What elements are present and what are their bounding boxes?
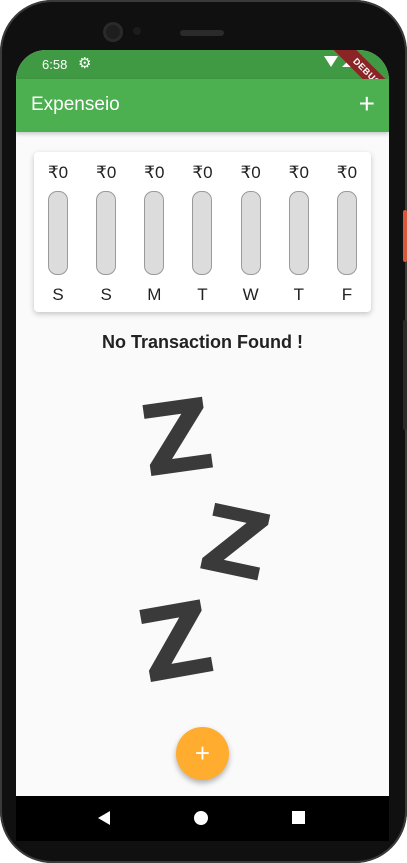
volume-button — [403, 320, 407, 430]
proximity-sensor — [133, 27, 141, 35]
wifi-icon — [324, 56, 338, 67]
bar-column: ₹0 W — [233, 162, 269, 305]
bar-track — [288, 191, 309, 275]
bar-track — [144, 191, 165, 275]
sleep-z-middle: Z — [191, 484, 280, 603]
bar-track — [96, 191, 117, 275]
bar-column: ₹0 F — [329, 162, 365, 305]
back-icon[interactable] — [98, 811, 110, 825]
bar-track — [240, 191, 261, 275]
bar-amount: ₹0 — [144, 163, 165, 182]
weekly-bars: ₹0 S ₹0 S ₹0 M ₹0 T ₹0 W ₹0 T ₹0 F — [40, 162, 365, 305]
system-nav-bar — [16, 796, 389, 841]
bar-day-label: M — [147, 285, 162, 304]
status-time: 6:58 — [42, 57, 68, 72]
bar-track — [192, 191, 213, 275]
add-transaction-fab[interactable]: + — [176, 727, 229, 780]
sleep-z-bottom: Z — [130, 578, 223, 707]
bar-day-label: W — [242, 285, 259, 304]
bar-amount: ₹0 — [47, 163, 69, 182]
status-bar: 6:58 ⚙ DEBUG — [16, 50, 389, 112]
bar-day-label: T — [197, 285, 208, 304]
bar-day-label: F — [341, 285, 353, 304]
app-title: Expenseio — [31, 94, 120, 115]
empty-state-message: No Transaction Found ! — [102, 332, 303, 352]
settings-gear-icon: ⚙ — [78, 55, 92, 72]
bar-day-label: S — [52, 285, 64, 304]
bar-amount: ₹0 — [240, 163, 261, 182]
weekly-chart-card: ₹0 S ₹0 S ₹0 M ₹0 T ₹0 W ₹0 T ₹0 F — [34, 152, 371, 312]
app-screen: 6:58 ⚙ DEBUG Expenseio + ₹0 S ₹0 S ₹0 M ₹0 T ₹0 W… — [16, 50, 389, 829]
bar-day-label: T — [293, 285, 304, 304]
recents-icon[interactable] — [292, 811, 305, 824]
bar-column: ₹0 T — [184, 162, 220, 305]
phone-frame: 6:58 ⚙ DEBUG Expenseio + ₹0 S ₹0 S ₹0 M ₹0 T ₹0 W… — [0, 0, 407, 863]
sleep-z-large: Z — [134, 377, 221, 501]
bar-amount: ₹0 — [96, 163, 117, 182]
bar-track — [336, 191, 357, 275]
bar-column: ₹0 T — [281, 162, 317, 305]
bar-amount: ₹0 — [336, 163, 358, 182]
add-transaction-icon-button[interactable]: + — [359, 90, 375, 118]
bar-track — [48, 191, 68, 275]
bar-day-label: S — [100, 285, 112, 304]
front-camera — [103, 22, 123, 42]
app-bar: Expenseio + — [16, 79, 389, 132]
bar-amount: ₹0 — [192, 163, 213, 182]
bar-column: ₹0 S — [88, 162, 124, 305]
power-button — [403, 210, 407, 262]
earpiece — [180, 30, 224, 36]
bar-column: ₹0 S — [40, 162, 76, 305]
bar-column: ₹0 M — [136, 162, 172, 305]
bar-amount: ₹0 — [288, 163, 309, 182]
home-icon[interactable] — [194, 811, 208, 825]
